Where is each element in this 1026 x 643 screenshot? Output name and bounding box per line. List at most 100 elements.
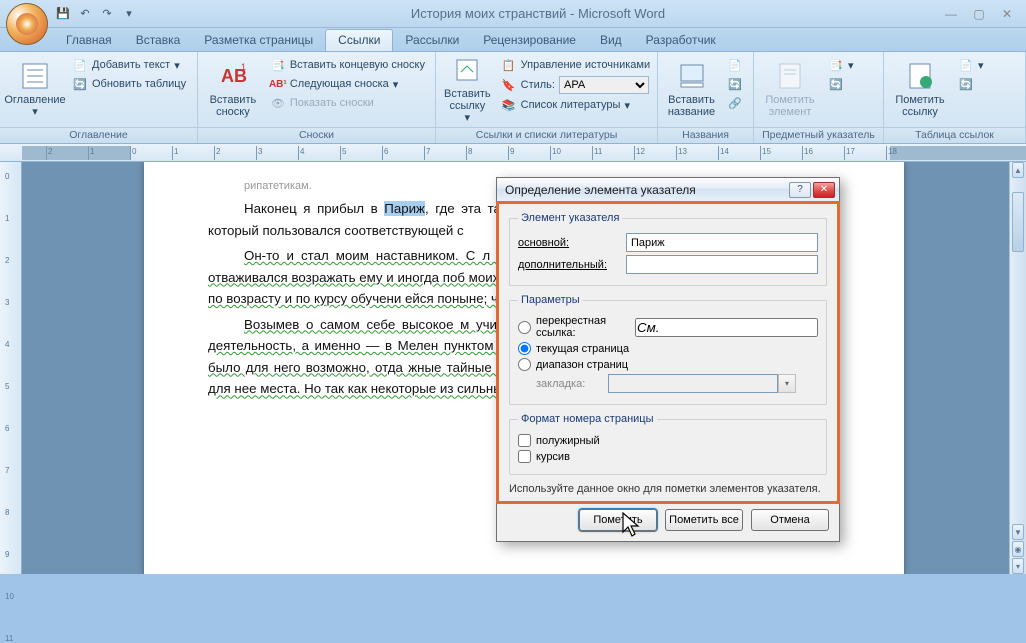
insert-index-button[interactable]: 📑▾	[824, 56, 858, 74]
sub-entry-input[interactable]	[626, 255, 818, 274]
toc-drop: ▾	[32, 106, 38, 118]
update-label: Обновить таблицу	[92, 78, 186, 90]
next-footnote-icon: AB¹	[270, 76, 286, 92]
mark-citation-button[interactable]: Пометить ссылку	[890, 56, 950, 122]
ruler-vertical[interactable]: 01234567891011	[0, 162, 22, 574]
vertical-scrollbar[interactable]: ▲ ▼ ◉ ▾	[1009, 162, 1026, 574]
tab-review[interactable]: Рецензирование	[471, 30, 588, 51]
qat-undo-button[interactable]: ↶	[76, 5, 94, 23]
page-format-legend: Формат номера страницы	[518, 413, 657, 425]
page-range-radio[interactable]	[518, 358, 531, 371]
prev-page-button[interactable]: ◉	[1012, 541, 1024, 557]
insert-toa-icon: 📄	[958, 57, 974, 73]
group-toa-label: Таблица ссылок	[884, 127, 1025, 143]
mark-entry-button[interactable]: Пометить элемент	[760, 56, 820, 122]
italic-checkbox[interactable]	[518, 450, 531, 463]
toc-icon	[19, 60, 51, 92]
update-index-button[interactable]: 🔄	[824, 75, 858, 93]
update-toc-button[interactable]: 🔄 Обновить таблицу	[68, 75, 190, 93]
bookmark-dropdown-button: ▾	[778, 374, 796, 393]
tab-insert[interactable]: Вставка	[124, 30, 193, 51]
next-footnote-label: Следующая сноска	[290, 78, 389, 90]
tab-view[interactable]: Вид	[588, 30, 634, 51]
bookmark-label: закладка:	[536, 378, 602, 390]
bold-checkbox[interactable]	[518, 434, 531, 447]
bibliography-button[interactable]: 📚Список литературы ▾	[497, 96, 654, 114]
endnote-label: Вставить концевую сноску	[290, 59, 425, 71]
italic-label: курсив	[536, 451, 570, 463]
mark-citation-icon	[904, 60, 936, 92]
qat-more-button[interactable]: ▾	[120, 5, 138, 23]
show-footnotes-icon: 👁	[270, 95, 286, 111]
show-footnotes-button[interactable]: 👁Показать сноски	[266, 94, 429, 112]
window-close-button[interactable]: ✕	[994, 5, 1020, 23]
window-title: История моих странствий - Microsoft Word	[138, 6, 938, 21]
main-entry-input[interactable]	[626, 233, 818, 252]
dialog-titlebar[interactable]: Определение элемента указателя ? ✕	[497, 178, 839, 202]
add-text-label: Добавить текст	[92, 59, 170, 71]
insert-endnote-button[interactable]: 📑Вставить концевую сноску	[266, 56, 429, 74]
citation-icon	[451, 54, 483, 86]
current-page-label: текущая страница	[536, 343, 629, 355]
window-maximize-button[interactable]: ▢	[966, 5, 992, 23]
svg-text:1: 1	[241, 62, 246, 72]
citation-style-select[interactable]: APA	[559, 76, 649, 94]
footnote-label: Вставить сноску	[206, 94, 260, 118]
citation-style-row: 🔖 Стиль: APA	[497, 75, 654, 95]
office-button[interactable]	[6, 3, 48, 45]
update-toa-button[interactable]: 🔄	[954, 75, 988, 93]
caption-list-button[interactable]: 📄	[723, 56, 747, 74]
caption-label: Вставить название	[666, 94, 717, 118]
cross-reference-radio[interactable]	[518, 321, 531, 334]
dialog-help-button[interactable]: ?	[789, 182, 811, 198]
caption-icon	[676, 60, 708, 92]
cross-reference-label: перекрестная ссылка:	[536, 315, 630, 339]
dialog-close-button[interactable]: ✕	[813, 182, 835, 198]
bold-label: полужирный	[536, 435, 600, 447]
page-format-fieldset: Формат номера страницы полужирный курсив	[509, 413, 827, 475]
insert-caption-button[interactable]: Вставить название	[664, 56, 719, 122]
window-minimize-button[interactable]: —	[938, 5, 964, 23]
tab-page-layout[interactable]: Разметка страницы	[192, 30, 325, 51]
update-icon: 🔄	[72, 76, 88, 92]
add-text-button[interactable]: 📄Добавить текст ▾	[68, 56, 190, 74]
bibliography-label: Список литературы	[521, 99, 621, 111]
cross-reference-input[interactable]	[635, 318, 818, 337]
next-page-button[interactable]: ▾	[1012, 558, 1024, 574]
insert-toa-button[interactable]: 📄▾	[954, 56, 988, 74]
crossref-icon: 🔗	[727, 95, 743, 111]
qat-redo-button[interactable]: ↷	[98, 5, 116, 23]
toc-button[interactable]: Оглавление ▾	[6, 56, 64, 122]
tab-references[interactable]: Ссылки	[325, 29, 393, 51]
insert-footnote-button[interactable]: AB1 Вставить сноску	[204, 56, 262, 122]
qat-save-button[interactable]: 💾	[54, 5, 72, 23]
cross-reference-button[interactable]: 🔗	[723, 94, 747, 112]
scroll-thumb[interactable]	[1012, 192, 1024, 252]
scroll-down-button[interactable]: ▼	[1012, 524, 1024, 540]
caption-update-button[interactable]: 🔄	[723, 75, 747, 93]
caption-update-icon: 🔄	[727, 76, 743, 92]
group-index-label: Предметный указатель	[754, 127, 883, 143]
mark-entry-icon	[774, 60, 806, 92]
manage-sources-icon: 📋	[501, 57, 517, 73]
tab-developer[interactable]: Разработчик	[634, 30, 728, 51]
tab-home[interactable]: Главная	[54, 30, 124, 51]
next-footnote-button[interactable]: AB¹Следующая сноска ▾	[266, 75, 429, 93]
manage-sources-button[interactable]: 📋Управление источниками	[497, 56, 654, 74]
cancel-button[interactable]: Отмена	[751, 509, 829, 531]
group-toc-label: Оглавление	[0, 127, 197, 143]
ribbon-tabs: Главная Вставка Разметка страницы Ссылки…	[0, 28, 1026, 52]
citation-drop: ▾	[465, 112, 471, 124]
ruler-horizontal[interactable]: 210123456789101112131415161718	[0, 144, 1026, 162]
style-label: Стиль:	[521, 79, 555, 91]
insert-index-icon: 📑	[828, 57, 844, 73]
quick-access-toolbar: 💾 ↶ ↷ ▾	[54, 5, 138, 23]
scroll-up-button[interactable]: ▲	[1012, 162, 1024, 178]
mark-button[interactable]: Пометить	[579, 509, 657, 531]
add-text-icon: 📄	[72, 57, 88, 73]
insert-citation-button[interactable]: Вставить ссылку ▾	[442, 56, 493, 122]
current-page-radio[interactable]	[518, 342, 531, 355]
group-footnotes-label: Сноски	[198, 127, 435, 143]
tab-mailings[interactable]: Рассылки	[393, 30, 471, 51]
mark-all-button[interactable]: Пометить все	[665, 509, 743, 531]
